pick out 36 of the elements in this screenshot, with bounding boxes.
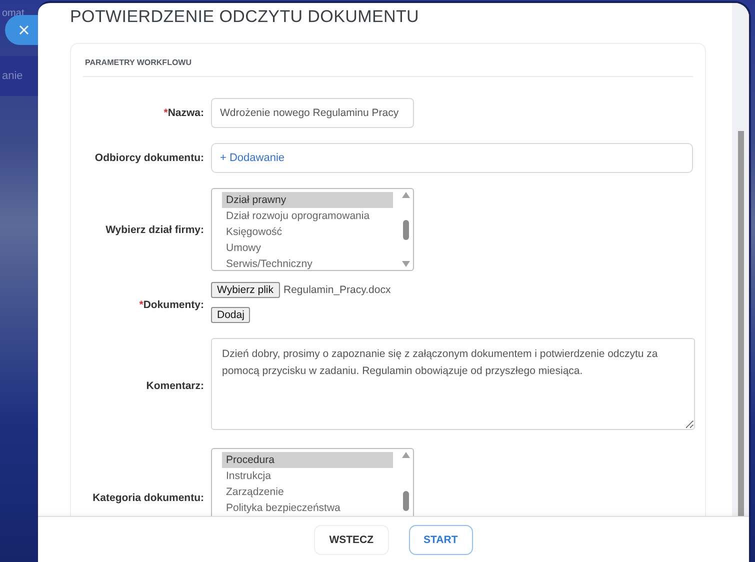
dialog-title: POTWIERDZENIE ODCZYTU DOKUMENTU — [70, 7, 420, 28]
list-option[interactable]: Zarządzenie — [222, 484, 393, 500]
field-label: *Nazwa: — [162, 107, 205, 119]
list-option[interactable]: Procedura — [222, 452, 393, 468]
file-name: Regulamin_Pracy.docx — [284, 284, 391, 296]
list-option[interactable]: Dział prawny — [222, 192, 393, 208]
list-option[interactable]: Dział rozwoju oprogramowania — [222, 208, 393, 224]
close-icon — [19, 25, 29, 35]
add-link[interactable]: + Dodawanie — [220, 152, 285, 164]
field-label: *Dokumenty: — [138, 298, 205, 310]
back-button[interactable]: WSTECZ — [314, 525, 389, 555]
scrollbar-thumb[interactable] — [403, 220, 409, 240]
list-option[interactable]: Księgowość — [222, 224, 393, 240]
scrollbar-thumb[interactable] — [738, 131, 744, 516]
text-field[interactable]: Wdrożenie nowego Regulaminu Pracy — [211, 98, 414, 128]
start-button[interactable]: START — [408, 525, 473, 555]
field-label: Kategoria dokumentu: — [92, 492, 205, 504]
scroll-down-icon[interactable] — [402, 261, 410, 267]
scroll-up-icon[interactable] — [402, 192, 410, 198]
field-label: Komentarz: — [145, 380, 205, 392]
comment-field[interactable]: Dzień dobry, prosimy o zapoznanie się z załączonym dokumentem i potwierdzenie odczytu za pomocą przycisku w zadaniu. Regulamin obowiązuje od przyszłego miesiąca. — [211, 338, 695, 430]
scrollbar-thumb[interactable] — [403, 491, 409, 511]
scrollbar-track[interactable] — [732, 3, 749, 516]
list-option[interactable]: Umowy — [222, 240, 393, 256]
list-option[interactable]: Instrukcja — [222, 468, 393, 484]
menu-text: anie — [2, 70, 23, 82]
listbox[interactable]: Dział prawny Dział rozwoju oprogramowania Księgowość Umowy Serwis/Techniczny — [211, 188, 414, 271]
list-option[interactable]: Serwis/Techniczny — [222, 256, 393, 270]
scroll-up-icon[interactable] — [402, 452, 410, 458]
section-title: PARAMETRY WORKFLOWU — [83, 44, 693, 77]
field-label: Odbiorcy dokumentu: — [94, 152, 205, 164]
add-button[interactable]: Dodaj — [211, 307, 250, 323]
recipients-field[interactable]: + Dodawanie — [211, 143, 693, 173]
field-label: Wybierz dział firmy: — [104, 224, 205, 236]
choose-file-button[interactable]: Wybierz plik — [211, 282, 280, 298]
list-option[interactable]: Polityka bezpieczeństwa — [222, 500, 393, 516]
